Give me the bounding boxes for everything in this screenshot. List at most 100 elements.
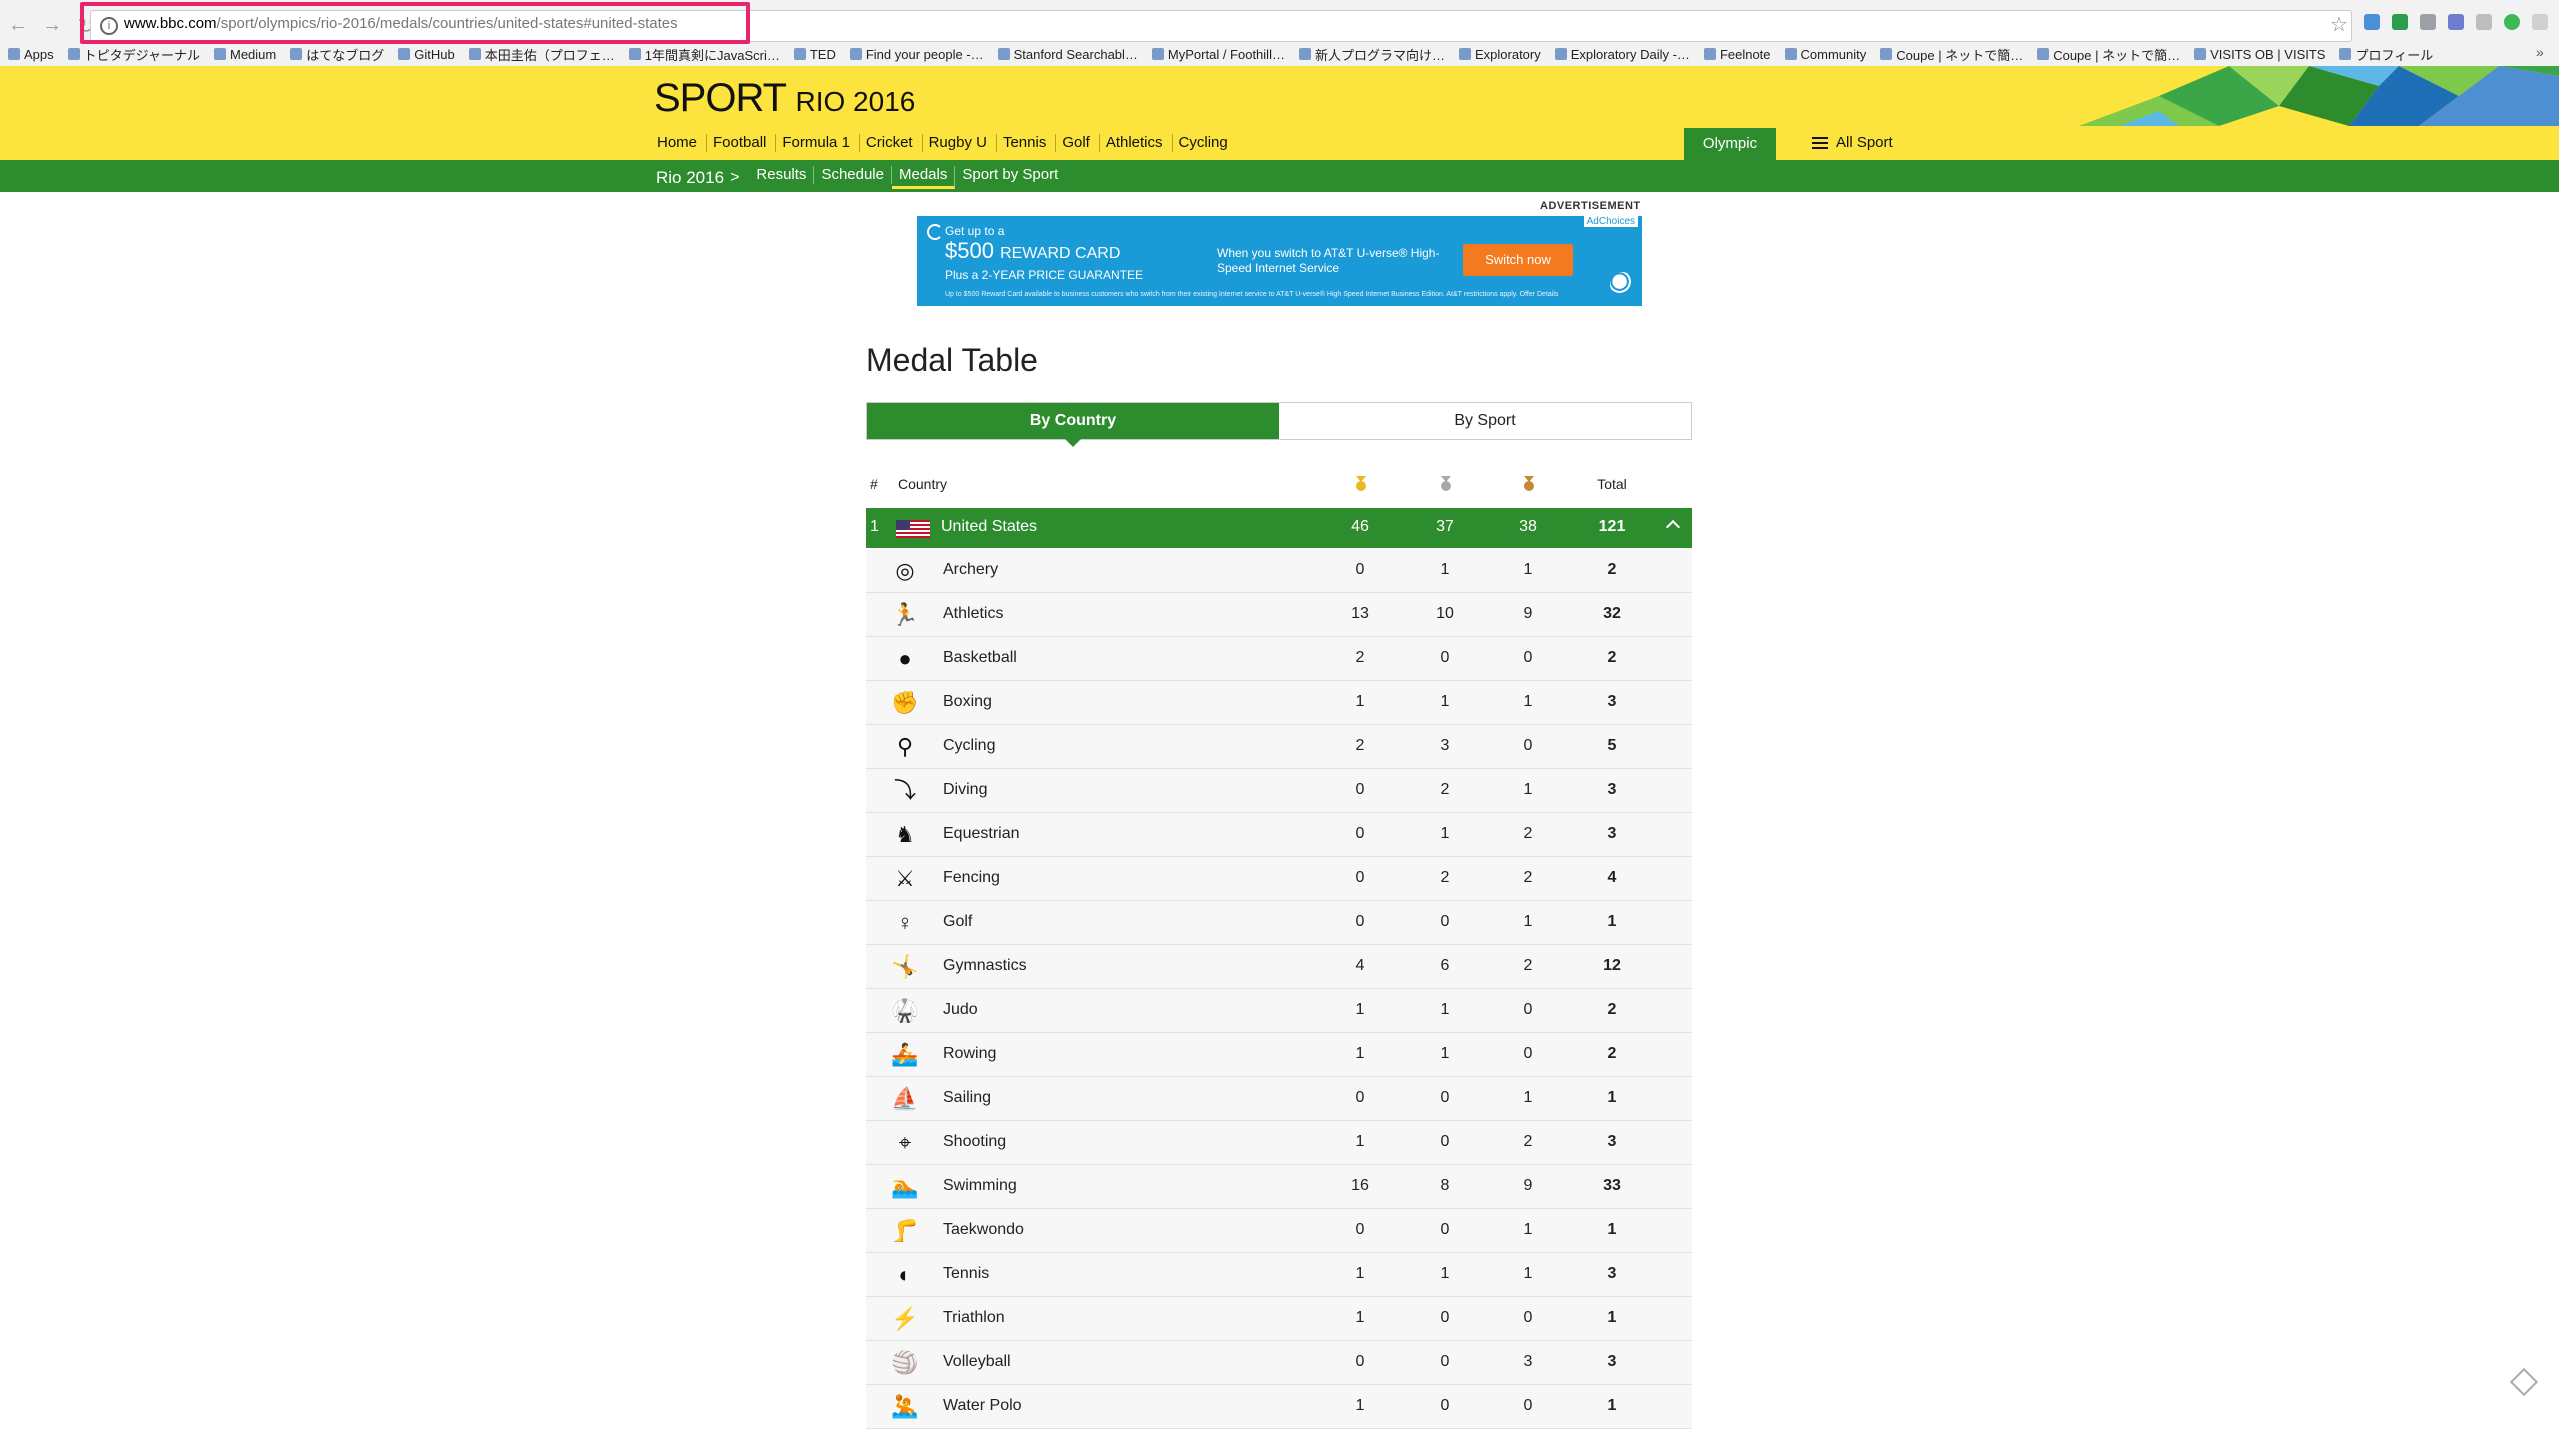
extension-icon[interactable] [2420,14,2436,30]
bookmark-label: TED [809,46,836,62]
sport-row[interactable]: ⚲ Cycling 2 3 0 5 [866,725,1692,769]
bookmark-item[interactable]: Community [1784,44,1866,64]
subnav-item-medals[interactable]: Medals [892,166,956,189]
bookmark-label: Exploratory [1474,46,1541,62]
extension-icon[interactable] [2504,14,2520,30]
subnav-item-sport-by-sport[interactable]: Sport by Sport [955,166,1065,184]
sport-total: 2 [1607,649,1617,666]
nav-item-cricket[interactable]: Cricket [860,134,923,152]
sport-row[interactable]: 🤽 Water Polo 1 0 0 1 [866,1385,1692,1429]
sport-row[interactable]: ⚡ Triathlon 1 0 0 1 [866,1297,1692,1341]
ad-banner[interactable]: Get up to a $500 REWARD CARD Plus a 2-YE… [917,216,1642,306]
sport-row[interactable]: ◐ Tennis 1 1 1 3 [866,1253,1692,1297]
sport-row[interactable]: 🚣 Rowing 1 1 0 2 [866,1033,1692,1077]
nav-item-golf[interactable]: Golf [1056,134,1100,152]
sport-total: 3 [1607,1353,1617,1370]
nav-item-athletics[interactable]: Athletics [1100,134,1173,152]
bookmark-label: Stanford Searchabl… [1013,46,1138,62]
menu-icon[interactable] [2532,14,2548,30]
sport-row[interactable]: ✊ Boxing 1 1 1 3 [866,681,1692,725]
sport-row[interactable]: 🥋 Judo 1 1 0 2 [866,989,1692,1033]
medal-table-tabs: By Country By Sport [866,402,1692,447]
subnav-item-results[interactable]: Results [749,166,815,184]
chevron-up-icon[interactable] [1665,519,1681,535]
bookmark-item[interactable]: Coupe | ネットで簡… [2037,44,2180,64]
bookmark-item[interactable]: Coupe | ネットで簡… [1880,44,2023,64]
sport-row[interactable]: ⚔ Fencing 0 2 2 4 [866,857,1692,901]
tab-by-country[interactable]: By Country [867,403,1279,447]
extension-icon[interactable] [2392,14,2408,30]
sport-gold: 1 [1355,1045,1365,1062]
bookmark-item[interactable]: VISITS OB | VISITS [2194,44,2325,64]
sport-silver: 3 [1440,737,1450,754]
bookmark-item[interactable]: Find your people -… [849,44,984,64]
nav-item-cycling[interactable]: Cycling [1173,134,1237,152]
corner-widget-icon[interactable] [2509,1367,2539,1397]
sport-row[interactable]: ♀ Golf 0 0 1 1 [866,901,1692,945]
sport-row[interactable]: 🏃 Athletics 13 10 9 32 [866,593,1692,637]
nav-item-rugby-u[interactable]: Rugby U [923,134,997,152]
bookmark-item[interactable]: Stanford Searchabl… [997,44,1138,64]
bookmark-label: VISITS OB | VISITS [2210,46,2326,62]
bookmark-item[interactable]: プロフィール [2339,44,2433,64]
bookmark-label: MyPortal / Foothill… [1167,46,1285,62]
bookmarks-more-icon[interactable]: » [2536,44,2544,60]
sub-nav: Rio 2016 > Results Schedule Medals Sport by… [0,160,2559,192]
bookmark-label: Coupe | ネットで簡… [2053,47,2181,63]
all-sport-menu[interactable]: All Sport [1812,134,1893,151]
bookmark-item[interactable]: はてなブログ [290,44,384,64]
nav-item-football[interactable]: Football [707,134,777,152]
adchoices-link[interactable]: AdChoices [1583,216,1638,227]
bookmark-item[interactable]: 新人プログラマ向け… [1298,44,1445,64]
bookmark-item[interactable]: Exploratory Daily -… [1554,44,1690,64]
bookmark-item[interactable]: Medium [214,44,276,64]
olympic-games-tab[interactable]: Olympic Games [1684,128,1776,184]
sport-rows: ◎ Archery 0 1 1 2 🏃 Athletics 13 10 9 32 ● Basketball… [866,549,1692,1429]
extension-icon[interactable] [2364,14,2380,30]
bookmark-item[interactable]: TED [793,44,836,64]
bookmark-item[interactable]: Apps [8,44,54,64]
gold-medal-icon [1354,476,1368,492]
tab-by-sport[interactable]: By Sport [1279,403,1691,439]
nav-item-home[interactable]: Home [651,134,708,152]
nav-item-tennis[interactable]: Tennis [997,134,1057,152]
sport-gold: 1 [1355,1265,1365,1282]
sport-row[interactable]: ● Basketball 2 0 0 2 [866,637,1692,681]
site-title-event: RIO 2016 [795,86,916,117]
bookmark-star-icon[interactable]: ☆ [2330,12,2348,37]
bookmark-item[interactable]: GitHub [398,44,455,64]
sport-gold: 0 [1355,1089,1365,1106]
subnav-item-schedule[interactable]: Schedule [814,166,892,184]
forward-arrow-icon[interactable]: → [42,14,62,39]
info-icon[interactable]: i [100,17,118,35]
sport-row[interactable]: 🤸 Gymnastics 4 6 2 12 [866,945,1692,989]
url-text[interactable]: www.bbc.com/sport/olympics/rio-2016/meda… [124,15,678,32]
site-title[interactable]: SPORT RIO 2016 [654,76,915,121]
sport-row[interactable]: ⤵ Diving 0 2 1 3 [866,769,1692,813]
sport-row[interactable]: 🏊 Swimming 16 8 9 33 [866,1165,1692,1209]
sport-bronze: 1 [1523,781,1533,798]
extension-icon[interactable] [2448,14,2464,30]
sport-row[interactable]: 🏐 Volleyball 0 0 3 3 [866,1341,1692,1385]
ad-switch-now-button[interactable]: Switch now [1463,244,1573,276]
bookmark-item[interactable]: MyPortal / Foothill… [1151,44,1285,64]
extension-icon[interactable] [2476,14,2492,30]
sport-name: Boxing [943,693,992,710]
nav-item-formula-1[interactable]: Formula 1 [776,134,860,152]
sport-row[interactable]: ♞ Equestrian 0 1 2 3 [866,813,1692,857]
sport-gold: 13 [1351,605,1369,622]
sport-row[interactable]: ⛵ Sailing 0 0 1 1 [866,1077,1692,1121]
sport-row[interactable]: 🦵 Taekwondo 0 0 1 1 [866,1209,1692,1253]
bookmark-item[interactable]: Feelnote [1703,44,1771,64]
bookmark-item[interactable]: トピタデジャーナル [67,44,200,64]
back-arrow-icon[interactable]: ← [8,14,28,39]
rio-2016-link[interactable]: Rio 2016 [656,168,724,188]
sport-row[interactable]: ⌖ Shooting 1 0 2 3 [866,1121,1692,1165]
sport-row[interactable]: ◎ Archery 0 1 1 2 [866,549,1692,593]
bookmark-item[interactable]: 1年間真剣にJavaScri… [628,44,780,64]
sailing-icon: ⛵ [891,1086,919,1111]
bookmark-item[interactable]: Exploratory [1458,44,1541,64]
country-rank: 1 [870,518,879,535]
bookmark-item[interactable]: 本田圭佑（プロフェ… [468,44,615,64]
country-row[interactable]: 1 United States 46 37 38 121 [866,508,1692,548]
